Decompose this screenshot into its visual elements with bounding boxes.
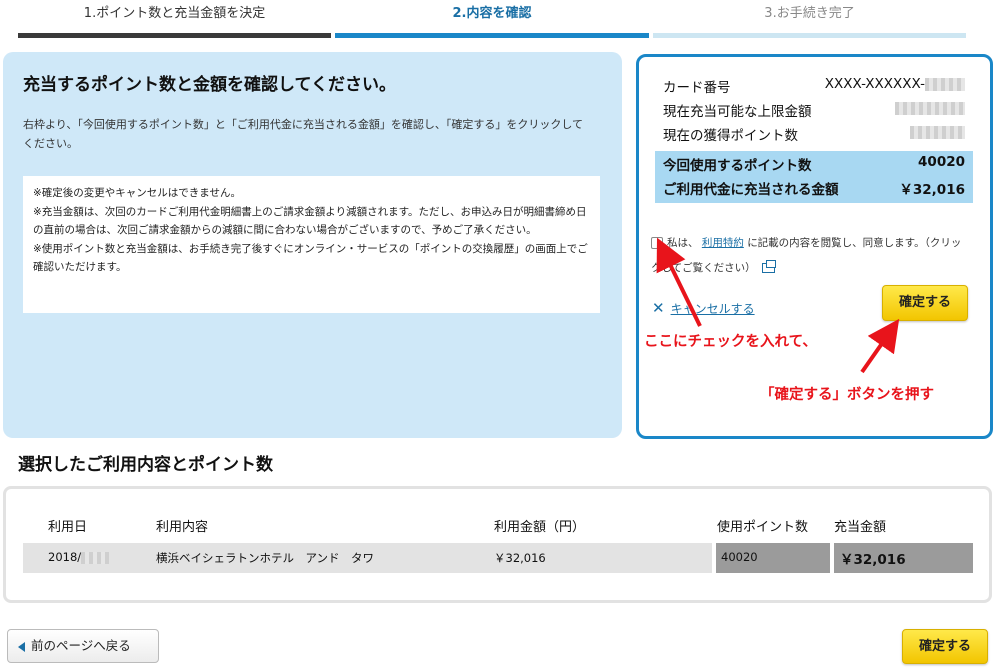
charge-value: ￥32,016 (899, 182, 965, 198)
agreement: 私は、 利用特約 に記載の内容を閲覧し、同意します。（クリックしてご覧ください） (651, 231, 971, 281)
notice-item: ※充当金額は、次回のカードご利用代金明細書上のご請求金額より減額されます。ただし… (33, 205, 587, 237)
step-2: 2.内容を確認 (335, 0, 649, 38)
header-points: 使用ポイント数 (717, 520, 809, 535)
step-1-label: 1.ポイント数と充当金額を決定 (83, 6, 266, 21)
notice-item: ※使用ポイント数と充当金額は、お手続き完了後すぐにオンライン・サービスの「ポイン… (33, 242, 588, 274)
limit-value (895, 100, 965, 116)
header-date: 利用日 (48, 520, 88, 535)
card-number-value: XXXX-XXXXXX- (825, 76, 965, 92)
step-1-bar (18, 33, 331, 38)
confirm-button[interactable]: 確定する (882, 285, 968, 321)
use-points-row: 今回使用するポイント数 40020 (663, 154, 965, 174)
close-icon: ✕ (652, 299, 665, 317)
notice-box: ※確定後の変更やキャンセルはできません。 ※充当金額は、次回のカードご利用代金明… (23, 176, 600, 313)
step-2-label: 2.内容を確認 (452, 6, 532, 21)
masked-value (895, 101, 965, 115)
cancel-label: キャンセルする (670, 302, 755, 316)
external-window-icon[interactable] (761, 260, 776, 273)
row-points: 40020 (721, 550, 758, 564)
annotation-check: ここにチェックを入れて、 (644, 334, 817, 350)
step-3-bar (653, 33, 966, 38)
charge-label: ご利用代金に充当される金額 (663, 182, 839, 198)
section-title: 選択したご利用内容とポイント数 (18, 455, 273, 475)
row-date: 2018/ (48, 550, 110, 564)
row-amount: ￥32,016 (494, 551, 546, 565)
row-applied: ￥32,016 (840, 552, 906, 568)
charge-row: ご利用代金に充当される金額 ￥32,016 (663, 178, 965, 198)
back-button[interactable]: 前のページへ戻る (7, 629, 159, 663)
bottom-confirm-button[interactable]: 確定する (902, 629, 988, 664)
notice-item: ※確定後の変更やキャンセルはできません。 (33, 187, 241, 199)
points-row: 現在の獲得ポイント数 (663, 124, 971, 144)
step-3-label: 3.お手続き完了 (764, 6, 855, 21)
masked-value (910, 125, 965, 139)
use-points-value: 40020 (918, 154, 965, 170)
chevron-left-icon (18, 641, 25, 652)
points-label: 現在の獲得ポイント数 (663, 128, 798, 144)
masked-value (81, 551, 110, 564)
back-label: 前のページへ戻る (31, 638, 131, 653)
header-content: 利用内容 (156, 520, 209, 535)
points-value (910, 124, 965, 140)
annotation-press: 「確定する」ボタンを押す (760, 387, 934, 403)
card-number-row: カード番号 XXXX-XXXXXX- (663, 76, 971, 96)
terms-link[interactable]: 利用特約 (702, 237, 744, 249)
agree-checkbox[interactable] (651, 237, 663, 249)
instructions-text: 右枠より、「今回使用するポイント数」と「ご利用代金に充当される金額」を確認し、「… (23, 118, 584, 150)
use-points-label: 今回使用するポイント数 (663, 158, 812, 174)
step-1: 1.ポイント数と充当金額を決定 (18, 0, 331, 38)
agree-prefix: 私は、 (667, 237, 699, 249)
limit-row: 現在充当可能な上限金額 (663, 100, 971, 120)
masked-value (925, 77, 965, 91)
header-amount: 利用金額（円） (494, 520, 586, 535)
card-number-label: カード番号 (663, 80, 731, 96)
header-applied: 充当金額 (834, 520, 887, 535)
step-3: 3.お手続き完了 (653, 0, 966, 38)
row-content: 横浜ベイシェラトンホテル アンド タワ (156, 551, 375, 565)
step-2-bar (335, 33, 649, 38)
cancel-link[interactable]: ✕ キャンセルする (652, 299, 755, 317)
limit-label: 現在充当可能な上限金額 (663, 104, 812, 120)
page-title: 充当するポイント数と金額を確認してください。 (23, 75, 396, 95)
